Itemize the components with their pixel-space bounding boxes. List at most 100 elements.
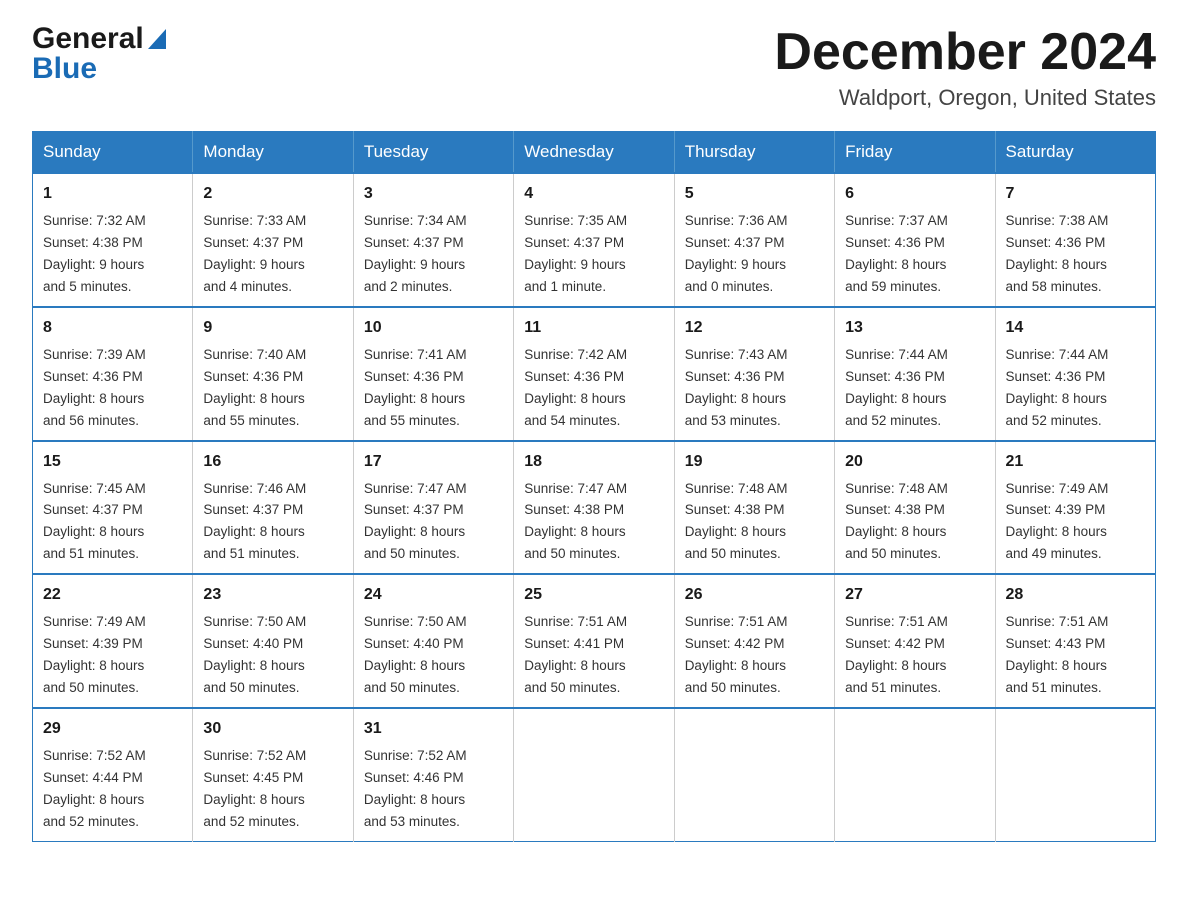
day-cell-16: 16 Sunrise: 7:46 AMSunset: 4:37 PMDaylig… — [193, 441, 353, 575]
day-number: 16 — [203, 450, 342, 474]
day-number: 22 — [43, 583, 182, 607]
week-row-4: 22 Sunrise: 7:49 AMSunset: 4:39 PMDaylig… — [33, 574, 1156, 708]
header-wednesday: Wednesday — [514, 132, 674, 174]
day-info: Sunrise: 7:35 AMSunset: 4:37 PMDaylight:… — [524, 213, 627, 294]
day-number: 20 — [845, 450, 984, 474]
day-number: 30 — [203, 717, 342, 741]
day-number: 27 — [845, 583, 984, 607]
day-number: 26 — [685, 583, 824, 607]
day-cell-5: 5 Sunrise: 7:36 AMSunset: 4:37 PMDayligh… — [674, 173, 834, 307]
day-info: Sunrise: 7:47 AMSunset: 4:38 PMDaylight:… — [524, 481, 627, 562]
day-cell-23: 23 Sunrise: 7:50 AMSunset: 4:40 PMDaylig… — [193, 574, 353, 708]
day-info: Sunrise: 7:51 AMSunset: 4:42 PMDaylight:… — [685, 614, 788, 695]
day-number: 1 — [43, 182, 182, 206]
day-info: Sunrise: 7:39 AMSunset: 4:36 PMDaylight:… — [43, 347, 146, 428]
day-cell-7: 7 Sunrise: 7:38 AMSunset: 4:36 PMDayligh… — [995, 173, 1155, 307]
logo-general-text: General — [32, 24, 144, 54]
week-row-5: 29 Sunrise: 7:52 AMSunset: 4:44 PMDaylig… — [33, 708, 1156, 841]
day-cell-1: 1 Sunrise: 7:32 AMSunset: 4:38 PMDayligh… — [33, 173, 193, 307]
day-cell-20: 20 Sunrise: 7:48 AMSunset: 4:38 PMDaylig… — [835, 441, 995, 575]
day-cell-22: 22 Sunrise: 7:49 AMSunset: 4:39 PMDaylig… — [33, 574, 193, 708]
logo: General Blue — [32, 24, 166, 84]
day-info: Sunrise: 7:49 AMSunset: 4:39 PMDaylight:… — [1006, 481, 1109, 562]
day-cell-25: 25 Sunrise: 7:51 AMSunset: 4:41 PMDaylig… — [514, 574, 674, 708]
day-info: Sunrise: 7:40 AMSunset: 4:36 PMDaylight:… — [203, 347, 306, 428]
day-info: Sunrise: 7:34 AMSunset: 4:37 PMDaylight:… — [364, 213, 467, 294]
day-cell-3: 3 Sunrise: 7:34 AMSunset: 4:37 PMDayligh… — [353, 173, 513, 307]
day-cell-17: 17 Sunrise: 7:47 AMSunset: 4:37 PMDaylig… — [353, 441, 513, 575]
day-number: 24 — [364, 583, 503, 607]
header-saturday: Saturday — [995, 132, 1155, 174]
day-info: Sunrise: 7:37 AMSunset: 4:36 PMDaylight:… — [845, 213, 948, 294]
day-cell-10: 10 Sunrise: 7:41 AMSunset: 4:36 PMDaylig… — [353, 307, 513, 441]
day-cell-28: 28 Sunrise: 7:51 AMSunset: 4:43 PMDaylig… — [995, 574, 1155, 708]
day-info: Sunrise: 7:51 AMSunset: 4:43 PMDaylight:… — [1006, 614, 1109, 695]
day-number: 4 — [524, 182, 663, 206]
day-info: Sunrise: 7:42 AMSunset: 4:36 PMDaylight:… — [524, 347, 627, 428]
day-cell-2: 2 Sunrise: 7:33 AMSunset: 4:37 PMDayligh… — [193, 173, 353, 307]
week-row-3: 15 Sunrise: 7:45 AMSunset: 4:37 PMDaylig… — [33, 441, 1156, 575]
header-sunday: Sunday — [33, 132, 193, 174]
day-info: Sunrise: 7:49 AMSunset: 4:39 PMDaylight:… — [43, 614, 146, 695]
day-number: 13 — [845, 316, 984, 340]
day-info: Sunrise: 7:51 AMSunset: 4:41 PMDaylight:… — [524, 614, 627, 695]
empty-cell-w4-d4 — [674, 708, 834, 841]
month-title: December 2024 — [774, 24, 1156, 81]
day-number: 18 — [524, 450, 663, 474]
day-number: 3 — [364, 182, 503, 206]
day-info: Sunrise: 7:33 AMSunset: 4:37 PMDaylight:… — [203, 213, 306, 294]
day-info: Sunrise: 7:46 AMSunset: 4:37 PMDaylight:… — [203, 481, 306, 562]
day-number: 23 — [203, 583, 342, 607]
week-row-2: 8 Sunrise: 7:39 AMSunset: 4:36 PMDayligh… — [33, 307, 1156, 441]
day-cell-31: 31 Sunrise: 7:52 AMSunset: 4:46 PMDaylig… — [353, 708, 513, 841]
day-number: 31 — [364, 717, 503, 741]
day-cell-11: 11 Sunrise: 7:42 AMSunset: 4:36 PMDaylig… — [514, 307, 674, 441]
empty-cell-w4-d5 — [835, 708, 995, 841]
day-cell-15: 15 Sunrise: 7:45 AMSunset: 4:37 PMDaylig… — [33, 441, 193, 575]
day-number: 28 — [1006, 583, 1145, 607]
day-info: Sunrise: 7:52 AMSunset: 4:44 PMDaylight:… — [43, 748, 146, 829]
header-monday: Monday — [193, 132, 353, 174]
day-number: 15 — [43, 450, 182, 474]
day-cell-4: 4 Sunrise: 7:35 AMSunset: 4:37 PMDayligh… — [514, 173, 674, 307]
day-cell-19: 19 Sunrise: 7:48 AMSunset: 4:38 PMDaylig… — [674, 441, 834, 575]
day-number: 29 — [43, 717, 182, 741]
day-cell-14: 14 Sunrise: 7:44 AMSunset: 4:36 PMDaylig… — [995, 307, 1155, 441]
weekday-header-row: Sunday Monday Tuesday Wednesday Thursday… — [33, 132, 1156, 174]
day-number: 6 — [845, 182, 984, 206]
day-cell-26: 26 Sunrise: 7:51 AMSunset: 4:42 PMDaylig… — [674, 574, 834, 708]
day-number: 7 — [1006, 182, 1145, 206]
day-info: Sunrise: 7:48 AMSunset: 4:38 PMDaylight:… — [685, 481, 788, 562]
day-info: Sunrise: 7:52 AMSunset: 4:45 PMDaylight:… — [203, 748, 306, 829]
day-cell-29: 29 Sunrise: 7:52 AMSunset: 4:44 PMDaylig… — [33, 708, 193, 841]
day-number: 10 — [364, 316, 503, 340]
empty-cell-w4-d3 — [514, 708, 674, 841]
day-info: Sunrise: 7:32 AMSunset: 4:38 PMDaylight:… — [43, 213, 146, 294]
day-number: 12 — [685, 316, 824, 340]
day-number: 21 — [1006, 450, 1145, 474]
day-number: 5 — [685, 182, 824, 206]
day-number: 2 — [203, 182, 342, 206]
day-cell-24: 24 Sunrise: 7:50 AMSunset: 4:40 PMDaylig… — [353, 574, 513, 708]
day-number: 9 — [203, 316, 342, 340]
day-info: Sunrise: 7:45 AMSunset: 4:37 PMDaylight:… — [43, 481, 146, 562]
day-cell-30: 30 Sunrise: 7:52 AMSunset: 4:45 PMDaylig… — [193, 708, 353, 841]
day-cell-8: 8 Sunrise: 7:39 AMSunset: 4:36 PMDayligh… — [33, 307, 193, 441]
header-tuesday: Tuesday — [353, 132, 513, 174]
day-info: Sunrise: 7:36 AMSunset: 4:37 PMDaylight:… — [685, 213, 788, 294]
day-info: Sunrise: 7:50 AMSunset: 4:40 PMDaylight:… — [203, 614, 306, 695]
day-cell-21: 21 Sunrise: 7:49 AMSunset: 4:39 PMDaylig… — [995, 441, 1155, 575]
day-number: 25 — [524, 583, 663, 607]
calendar-table: Sunday Monday Tuesday Wednesday Thursday… — [32, 131, 1156, 841]
day-info: Sunrise: 7:52 AMSunset: 4:46 PMDaylight:… — [364, 748, 467, 829]
day-info: Sunrise: 7:47 AMSunset: 4:37 PMDaylight:… — [364, 481, 467, 562]
logo-blue-text: Blue — [32, 52, 97, 85]
day-cell-18: 18 Sunrise: 7:47 AMSunset: 4:38 PMDaylig… — [514, 441, 674, 575]
location: Waldport, Oregon, United States — [774, 85, 1156, 111]
week-row-1: 1 Sunrise: 7:32 AMSunset: 4:38 PMDayligh… — [33, 173, 1156, 307]
day-cell-9: 9 Sunrise: 7:40 AMSunset: 4:36 PMDayligh… — [193, 307, 353, 441]
day-cell-27: 27 Sunrise: 7:51 AMSunset: 4:42 PMDaylig… — [835, 574, 995, 708]
day-number: 8 — [43, 316, 182, 340]
day-info: Sunrise: 7:43 AMSunset: 4:36 PMDaylight:… — [685, 347, 788, 428]
day-cell-6: 6 Sunrise: 7:37 AMSunset: 4:36 PMDayligh… — [835, 173, 995, 307]
